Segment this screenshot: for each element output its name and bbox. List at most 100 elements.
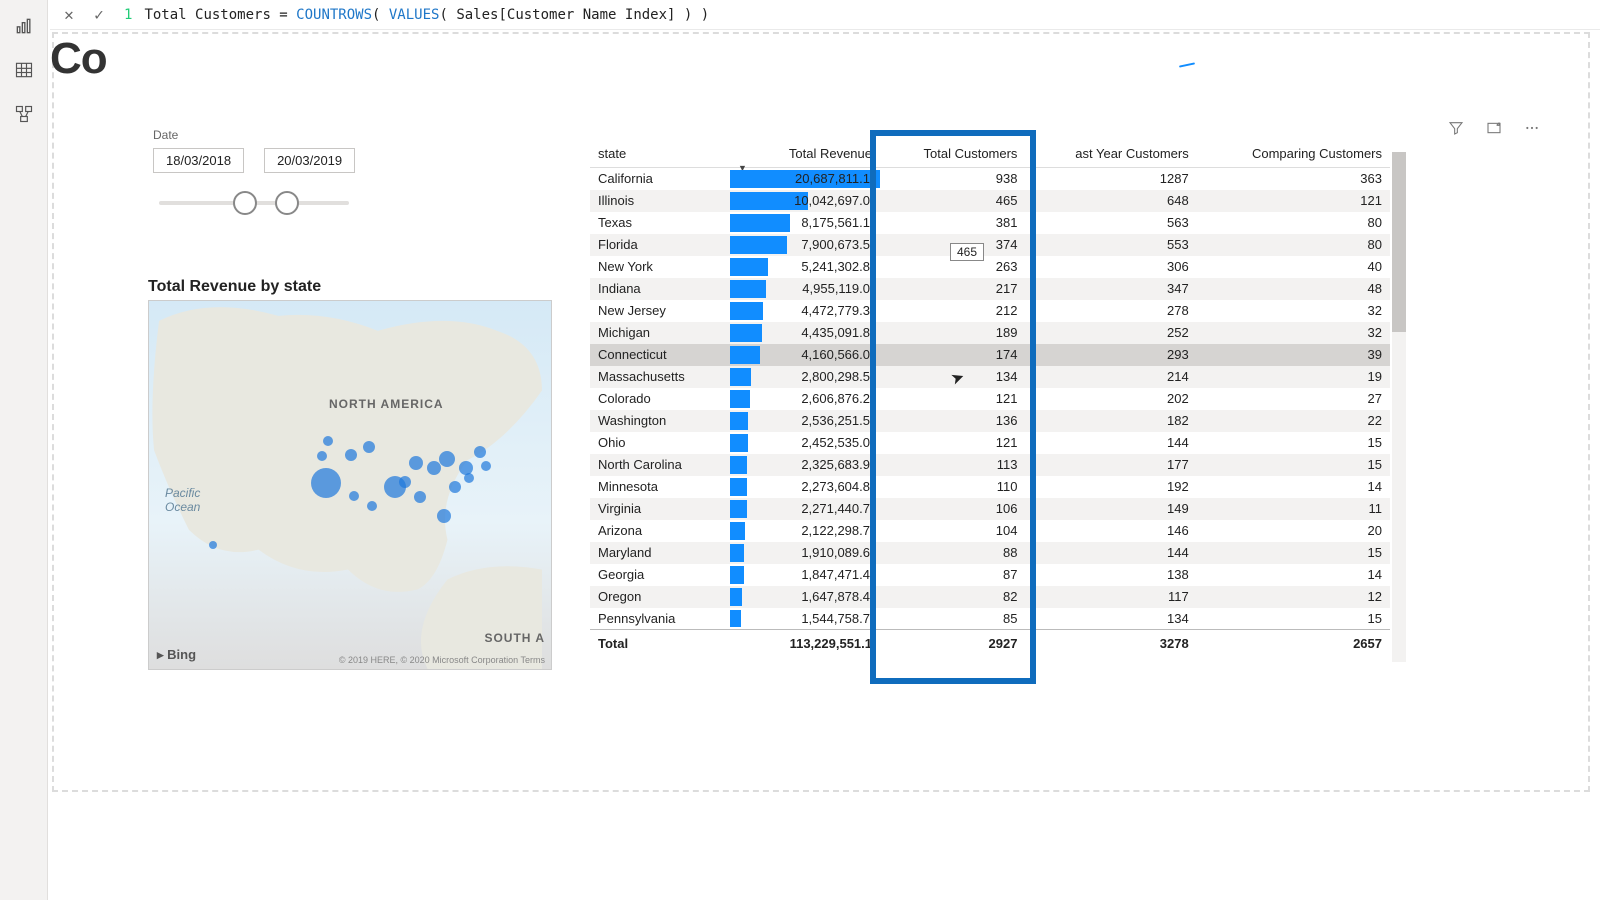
cell-last-year-customers: 144 (1025, 432, 1196, 454)
cell-state: New Jersey (590, 300, 730, 322)
map-bubble[interactable] (311, 468, 341, 498)
formula-input[interactable]: Total Customers = COUNTROWS( VALUES( Sal… (138, 7, 1600, 23)
formula-cancel-button[interactable]: ✕ (54, 3, 84, 27)
table-row[interactable]: Arizona2,122,298.710414620 (590, 520, 1390, 542)
cell-comparing-customers: 121 (1197, 190, 1390, 212)
cell-revenue: 2,606,876.2 (730, 388, 880, 410)
formula-commit-button[interactable]: ✓ (84, 3, 114, 27)
table-row[interactable]: Georgia1,847,471.48713814 (590, 564, 1390, 586)
table-row[interactable]: California20,687,811.19381287363 (590, 168, 1390, 190)
date-start-input[interactable]: 18/03/2018 (153, 148, 244, 173)
date-range-slider[interactable] (159, 185, 349, 221)
map-bubble[interactable] (437, 509, 451, 523)
table-row[interactable]: New Jersey4,472,779.321227832 (590, 300, 1390, 322)
focus-mode-icon[interactable] (1486, 120, 1502, 141)
map-bubble[interactable] (427, 461, 441, 475)
table-row[interactable]: Ohio2,452,535.012114415 (590, 432, 1390, 454)
map-bubble[interactable] (464, 473, 474, 483)
cell-revenue: 2,452,535.0 (730, 432, 880, 454)
map-bubble[interactable] (367, 501, 377, 511)
data-view-button[interactable] (2, 48, 46, 92)
map-bubble[interactable] (345, 449, 357, 461)
map-bubble[interactable] (399, 476, 411, 488)
table-row[interactable]: Pennsylvania1,544,758.78513415 (590, 608, 1390, 630)
map-bubble[interactable] (474, 446, 486, 458)
cell-revenue: 2,536,251.5 (730, 410, 880, 432)
cell-comparing-customers: 40 (1197, 256, 1390, 278)
cell-revenue: 4,472,779.3 (730, 300, 880, 322)
col-header-comparing-customers[interactable]: Comparing Customers (1197, 140, 1390, 168)
cell-comparing-customers: 32 (1197, 300, 1390, 322)
cell-comparing-customers: 363 (1197, 168, 1390, 190)
cell-last-year-customers: 138 (1025, 564, 1196, 586)
cell-revenue: 4,955,119.0 (730, 278, 880, 300)
report-view-button[interactable] (2, 4, 46, 48)
cell-comparing-customers: 32 (1197, 322, 1390, 344)
table-row[interactable]: Massachusetts2,800,298.513421419 (590, 366, 1390, 388)
cell-revenue: 8,175,561.1 (730, 212, 880, 234)
map-bubble[interactable] (409, 456, 423, 470)
table-row[interactable]: Virginia2,271,440.710614911 (590, 498, 1390, 520)
cell-last-year-customers: 149 (1025, 498, 1196, 520)
table-row[interactable]: Washington2,536,251.513618222 (590, 410, 1390, 432)
slider-handle-start[interactable] (233, 191, 257, 215)
table-row[interactable]: Florida7,900,673.537455380 (590, 234, 1390, 256)
map-bubble[interactable] (317, 451, 327, 461)
cell-total-customers: 174 (880, 344, 1025, 366)
cell-state: Pennsylvania (590, 608, 730, 630)
map-bubble[interactable] (363, 441, 375, 453)
table-row[interactable]: New York5,241,302.826330640 (590, 256, 1390, 278)
cell-total-customers: 88 (880, 542, 1025, 564)
cell-state: North Carolina (590, 454, 730, 476)
table-row[interactable]: Minnesota2,273,604.811019214 (590, 476, 1390, 498)
slider-handle-end[interactable] (275, 191, 299, 215)
map-visual[interactable]: NORTH AMERICA SOUTH A Pacific Ocean ▸ Bi… (148, 300, 552, 670)
scrollbar-thumb[interactable] (1392, 152, 1406, 332)
table-row[interactable]: Maryland1,910,089.68814415 (590, 542, 1390, 564)
cell-comparing-customers: 12 (1197, 586, 1390, 608)
table-scrollbar[interactable] (1392, 152, 1406, 662)
table-row[interactable]: Indiana4,955,119.021734748 (590, 278, 1390, 300)
cell-last-year-customers: 192 (1025, 476, 1196, 498)
cell-state: Washington (590, 410, 730, 432)
col-header-state[interactable]: state (590, 140, 730, 168)
cell-revenue: 2,325,683.9 (730, 454, 880, 476)
table-row[interactable]: Texas8,175,561.138156380 (590, 212, 1390, 234)
map-bubble[interactable] (439, 451, 455, 467)
map-bubble[interactable] (449, 481, 461, 493)
map-bubble[interactable] (414, 491, 426, 503)
map-bubble[interactable] (209, 541, 217, 549)
table-row[interactable]: North Carolina2,325,683.911317715 (590, 454, 1390, 476)
map-bubble[interactable] (323, 436, 333, 446)
map-basemap (149, 301, 551, 669)
table-row[interactable]: Oregon1,647,878.48211712 (590, 586, 1390, 608)
cell-state: Georgia (590, 564, 730, 586)
cell-state: Michigan (590, 322, 730, 344)
cell-total-customers: 212 (880, 300, 1025, 322)
cell-state: Texas (590, 212, 730, 234)
col-header-last-year-customers[interactable]: ast Year Customers (1025, 140, 1196, 168)
more-options-icon[interactable] (1524, 120, 1540, 141)
formula-bar: ✕ ✓ 1 Total Customers = COUNTROWS( VALUE… (50, 0, 1600, 30)
cell-last-year-customers: 144 (1025, 542, 1196, 564)
map-bubble[interactable] (481, 461, 491, 471)
cell-comparing-customers: 80 (1197, 234, 1390, 256)
map-bubble[interactable] (349, 491, 359, 501)
filter-icon[interactable] (1448, 120, 1464, 141)
cell-total-customers: 465 (880, 190, 1025, 212)
table-row[interactable]: Michigan4,435,091.818925232 (590, 322, 1390, 344)
cell-state: Florida (590, 234, 730, 256)
table-row[interactable]: Illinois10,042,697.0465648121 (590, 190, 1390, 212)
cell-total-customers: 136 (880, 410, 1025, 432)
cell-last-year-customers: 563 (1025, 212, 1196, 234)
date-end-input[interactable]: 20/03/2019 (264, 148, 355, 173)
cell-revenue: 5,241,302.8 (730, 256, 880, 278)
col-header-total-revenue[interactable]: Total Revenue▼ (730, 140, 880, 168)
col-header-total-customers[interactable]: Total Customers (880, 140, 1025, 168)
cell-last-year-customers: 146 (1025, 520, 1196, 542)
table-row[interactable]: Connecticut4,160,566.017429339 (590, 344, 1390, 366)
table-row[interactable]: Colorado2,606,876.212120227 (590, 388, 1390, 410)
check-icon: ✓ (94, 5, 104, 24)
table-visual[interactable]: state Total Revenue▼ Total Customers ast… (590, 140, 1390, 657)
model-view-button[interactable] (2, 92, 46, 136)
